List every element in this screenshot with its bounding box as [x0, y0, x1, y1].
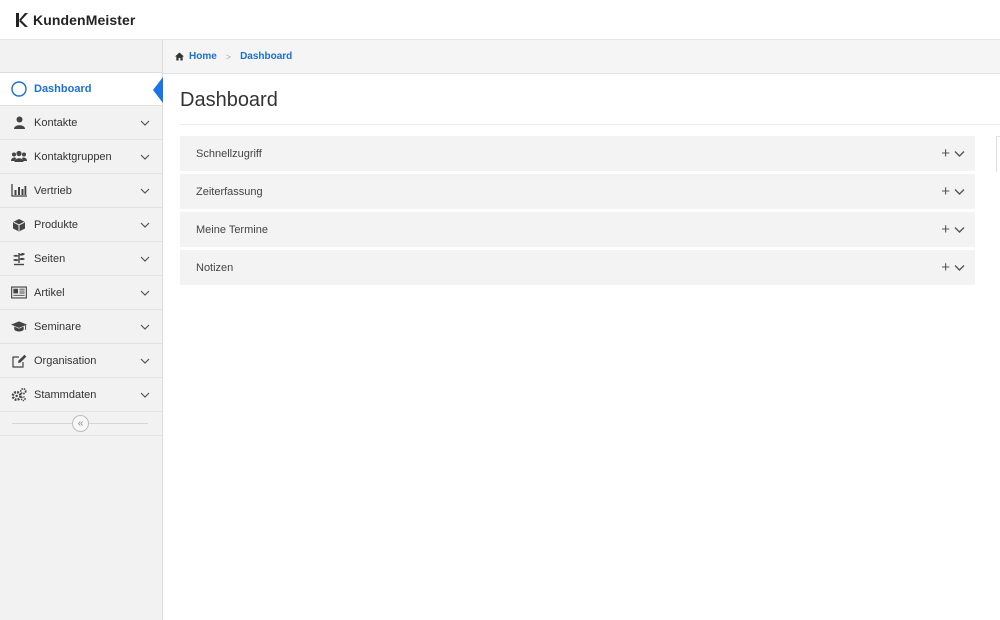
sidebar-item-label: Organisation [34, 354, 97, 367]
sidebar-item-label: Dashboard [34, 83, 92, 95]
sidebar-item-dashboard[interactable]: Dashboard [0, 73, 163, 106]
sidebar-item-seminare[interactable]: Seminare [0, 310, 162, 344]
user-icon [11, 115, 27, 131]
panel-meine-termine[interactable]: Meine Termine + [180, 212, 975, 247]
sidebar-item-stammdaten[interactable]: Stammdaten [0, 378, 162, 412]
sidebar-item-label: Seminare [34, 320, 82, 333]
panel-notizen[interactable]: Notizen + [180, 250, 975, 285]
chevron-down-icon[interactable] [954, 262, 965, 273]
sidebar-item-vertrieb[interactable]: Vertrieb [0, 174, 162, 208]
sidebar-item-seiten[interactable]: Seiten [0, 242, 162, 276]
title-divider [180, 124, 1000, 125]
plus-icon[interactable]: + [941, 184, 950, 199]
top-header: KundenMeister [0, 0, 1000, 40]
breadcrumb-current[interactable]: Dashboard [240, 51, 292, 62]
sidebar-item-artikel[interactable]: Artikel [0, 276, 162, 310]
main-content: Dashboard Schnellzugriff + Zeiterfassung… [163, 74, 1000, 620]
gears-icon [11, 387, 27, 403]
right-panel-edge [996, 136, 1000, 172]
chevron-down-icon [140, 358, 150, 364]
panel-title: Zeiterfassung [196, 185, 263, 198]
page-title: Dashboard [180, 89, 278, 111]
circle-icon [11, 81, 27, 97]
sidebar-item-label: Vertrieb [34, 184, 72, 197]
chevron-down-icon [140, 324, 150, 330]
chevron-down-icon[interactable] [954, 224, 965, 235]
bar-chart-icon [11, 183, 27, 199]
breadcrumb: Home > Dashboard [163, 40, 1000, 74]
plus-icon[interactable]: + [941, 260, 950, 275]
chevron-down-icon[interactable] [954, 148, 965, 159]
sidebar: Dashboard Kontakte Kontaktgruppen Vertri… [0, 40, 163, 620]
sidebar-item-label: Artikel [34, 286, 65, 299]
plus-icon[interactable]: + [941, 146, 950, 161]
sidebar-item-label: Stammdaten [34, 388, 97, 401]
chevron-down-icon [140, 188, 150, 194]
graduation-cap-icon [11, 319, 27, 335]
users-icon [11, 149, 27, 165]
sidebar-item-label: Kontaktgruppen [34, 150, 112, 163]
sidebar-item-label: Seiten [34, 252, 66, 265]
chevron-down-icon [140, 290, 150, 296]
collapse-sidebar-button[interactable]: « [72, 415, 89, 432]
panel-title: Schnellzugriff [196, 147, 262, 160]
dashboard-panels: Schnellzugriff + Zeiterfassung + Meine T… [180, 136, 975, 288]
edit-icon [11, 353, 27, 369]
chevron-down-icon [140, 120, 150, 126]
panel-title: Meine Termine [196, 223, 268, 236]
double-chevron-left-icon: « [77, 418, 84, 429]
sidebar-item-produkte[interactable]: Produkte [0, 208, 162, 242]
chevron-down-icon [140, 256, 150, 262]
sidebar-item-kontakte[interactable]: Kontakte [0, 106, 162, 140]
sidebar-item-label: Produkte [34, 218, 79, 231]
sidebar-header-spacer [0, 40, 162, 73]
sidebar-collapse-row: « [0, 412, 162, 436]
home-icon[interactable] [175, 52, 184, 61]
app-name[interactable]: KundenMeister [33, 12, 135, 28]
breadcrumb-home-link[interactable]: Home [189, 51, 217, 62]
cube-icon [11, 217, 27, 233]
panel-zeiterfassung[interactable]: Zeiterfassung + [180, 174, 975, 209]
plant-icon [11, 251, 27, 267]
sidebar-item-organisation[interactable]: Organisation [0, 344, 162, 378]
chevron-down-icon [140, 222, 150, 228]
panel-title: Notizen [196, 261, 234, 274]
sidebar-item-kontaktgruppen[interactable]: Kontaktgruppen [0, 140, 162, 174]
plus-icon[interactable]: + [941, 222, 950, 237]
chevron-down-icon[interactable] [954, 186, 965, 197]
chevron-down-icon [140, 392, 150, 398]
panel-schnellzugriff[interactable]: Schnellzugriff + [180, 136, 975, 171]
newspaper-icon [11, 285, 27, 301]
chevron-down-icon [140, 154, 150, 160]
sidebar-item-label: Kontakte [34, 116, 78, 129]
kundenmeister-logo-icon[interactable] [14, 12, 28, 28]
breadcrumb-separator-icon: > [225, 51, 232, 62]
